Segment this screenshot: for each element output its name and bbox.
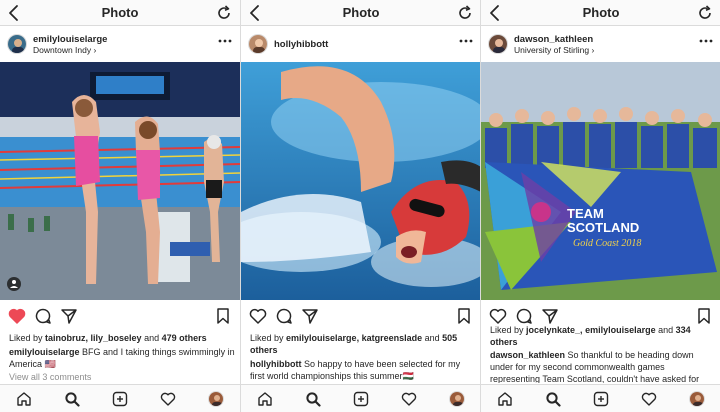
post-header: hollyhibbott <box>241 26 480 62</box>
nav-bar: Photo <box>0 0 240 26</box>
post-actions <box>0 306 240 328</box>
new-post-icon[interactable] <box>353 391 369 407</box>
profile-avatar[interactable] <box>208 391 224 407</box>
screen-title: Photo <box>101 5 139 20</box>
comment-icon[interactable] <box>515 307 533 325</box>
post-header: dawson_kathleen University of Stirling › <box>481 26 720 62</box>
share-icon[interactable] <box>60 307 78 325</box>
heart-icon[interactable] <box>489 307 507 325</box>
refresh-icon[interactable] <box>697 4 713 22</box>
refresh-icon[interactable] <box>457 4 473 22</box>
likes-summary[interactable]: Liked by tainobruz, lily_boseley and 479… <box>9 332 237 344</box>
new-post-icon[interactable] <box>593 391 609 407</box>
post-caption: dawson_kathleen So thankful to be headin… <box>490 350 700 383</box>
refresh-icon[interactable] <box>216 4 232 22</box>
post-username[interactable]: hollyhibbott <box>274 39 328 50</box>
bottom-tab-bar <box>0 384 240 412</box>
more-options-icon[interactable] <box>699 38 713 44</box>
home-icon[interactable] <box>16 391 32 407</box>
banner-line-2: SCOTLAND <box>567 220 639 235</box>
more-options-icon[interactable] <box>218 38 232 44</box>
share-icon[interactable] <box>301 307 319 325</box>
post-location[interactable]: University of Stirling › <box>514 45 594 55</box>
bookmark-icon[interactable] <box>695 307 713 325</box>
heart-icon[interactable] <box>249 307 267 325</box>
banner-line-3: Gold Coast 2018 <box>573 238 641 249</box>
avatar[interactable] <box>488 34 508 54</box>
screen-title: Photo <box>582 5 620 20</box>
bottom-tab-bar <box>481 384 720 412</box>
heart-icon[interactable] <box>8 307 26 325</box>
post-caption: emilylouiselarge BFG and I taking things… <box>9 347 235 369</box>
search-icon[interactable] <box>545 391 561 407</box>
screen-title: Photo <box>342 5 380 20</box>
comment-icon[interactable] <box>275 307 293 325</box>
post-location[interactable]: Downtown Indy › <box>33 45 96 55</box>
post-photo-team-scotland[interactable]: TEAM SCOTLAND Gold Coast 2018 <box>481 62 720 300</box>
post-screen-3: Photo dawson_kathleen University of Stir… <box>480 0 720 412</box>
post-actions <box>241 306 480 328</box>
bookmark-icon[interactable] <box>214 307 232 325</box>
share-icon[interactable] <box>541 307 559 325</box>
profile-avatar[interactable] <box>449 391 465 407</box>
three-phone-screens: Photo emilylouiselarge Downtown Indy › L… <box>0 0 720 412</box>
profile-avatar[interactable] <box>689 391 705 407</box>
banner-line-1: TEAM <box>567 206 604 221</box>
activity-heart-icon[interactable] <box>641 391 657 407</box>
search-icon[interactable] <box>64 391 80 407</box>
post-caption: hollyhibbott So happy to have been selec… <box>250 359 461 381</box>
post-header: emilylouiselarge Downtown Indy › <box>0 26 240 62</box>
view-comments-link[interactable]: View all 3 comments <box>9 372 91 382</box>
bookmark-icon[interactable] <box>455 307 473 325</box>
comment-icon[interactable] <box>34 307 52 325</box>
activity-heart-icon[interactable] <box>160 391 176 407</box>
post-screen-1: Photo emilylouiselarge Downtown Indy › L… <box>0 0 240 412</box>
post-username[interactable]: emilylouiselarge <box>33 34 107 45</box>
nav-bar: Photo <box>481 0 720 26</box>
activity-heart-icon[interactable] <box>401 391 417 407</box>
post-photo-swimmer[interactable] <box>241 62 480 300</box>
post-screen-2: Photo hollyhibbott Liked by emilylouisel… <box>240 0 480 412</box>
avatar[interactable] <box>7 34 27 54</box>
post-username[interactable]: dawson_kathleen <box>514 34 593 45</box>
likes-summary[interactable]: Liked by emilylouiselarge, katgreenslade… <box>250 332 476 356</box>
nav-bar: Photo <box>241 0 480 26</box>
likes-summary[interactable]: Liked by jocelynkate_, emilylouiselarge … <box>490 324 716 348</box>
post-photo-pool-deck[interactable] <box>0 62 240 300</box>
more-options-icon[interactable] <box>459 38 473 44</box>
avatar[interactable] <box>248 34 268 54</box>
home-icon[interactable] <box>257 391 273 407</box>
home-icon[interactable] <box>497 391 513 407</box>
search-icon[interactable] <box>305 391 321 407</box>
new-post-icon[interactable] <box>112 391 128 407</box>
bottom-tab-bar <box>241 384 480 412</box>
